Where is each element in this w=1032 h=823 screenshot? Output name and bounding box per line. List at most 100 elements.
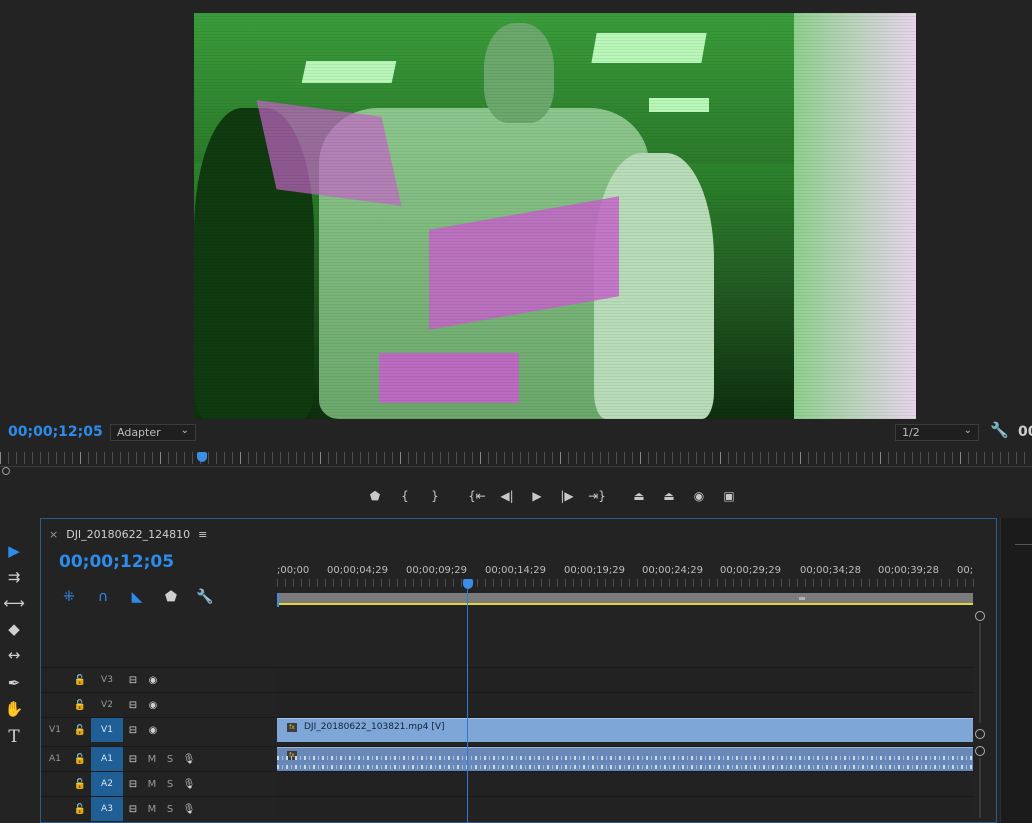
- timeline-tab[interactable]: × DJI_20180622_124810 ≡: [49, 528, 207, 541]
- program-timecode[interactable]: 00;00;12;05: [8, 424, 103, 440]
- track-v2: 🔓 V2 ⊟ ◉: [41, 692, 974, 717]
- sync-lock-icon[interactable]: ⊟: [123, 700, 143, 711]
- timeline-ruler[interactable]: ;00;00 00;00;04;29 00;00;09;29 00;00;14;…: [277, 565, 974, 579]
- mute-button[interactable]: M: [143, 779, 161, 790]
- mark-in-button[interactable]: {: [390, 486, 420, 506]
- eye-icon[interactable]: ◉: [143, 725, 163, 736]
- sync-lock-icon[interactable]: ⊟: [123, 804, 143, 815]
- premiere-pro-window: 00;00;12;05 Adapter ⌄ 1/2 ⌄ 🔧 00 ⬟ { } {…: [0, 0, 1032, 823]
- lock-icon[interactable]: 🔓: [69, 779, 91, 790]
- step-back-button[interactable]: ◀|: [492, 486, 522, 506]
- track-body-v3[interactable]: [277, 668, 974, 692]
- track-a3: 🔓 A3 ⊟ M S 🎙: [41, 796, 974, 821]
- work-area-grip[interactable]: [799, 597, 805, 600]
- sync-lock-icon[interactable]: ⊟: [123, 779, 143, 790]
- track-a2: 🔓 A2 ⊟ M S 🎙: [41, 771, 974, 796]
- slip-tool-icon[interactable]: ↔: [2, 644, 26, 666]
- snap-icon[interactable]: ∩: [93, 589, 113, 605]
- linked-selection-icon[interactable]: ◣: [127, 589, 147, 605]
- export-frame-button[interactable]: ◉: [684, 486, 714, 506]
- track-body-a1[interactable]: fx: [277, 747, 974, 771]
- fit-dropdown[interactable]: Adapter ⌄: [110, 424, 196, 441]
- extract-button[interactable]: ⏏: [654, 486, 684, 506]
- mark-out-button[interactable]: }: [420, 486, 450, 506]
- go-to-out-button[interactable]: ⇥}: [582, 486, 612, 506]
- lock-icon[interactable]: 🔓: [69, 725, 91, 736]
- transport-controls: ⬟ { } {⇤ ◀| ▶ |▶ ⇥} ⏏ ⏏ ◉ ▣: [360, 486, 744, 506]
- ripple-edit-tool-icon[interactable]: ⟷: [2, 592, 26, 614]
- ruler-label: 00;00;14;29: [485, 565, 547, 576]
- timeline-timecode[interactable]: 00;00;12;05: [59, 552, 174, 572]
- track-header-v1: V1 🔓 V1 ⊟ ◉: [41, 718, 277, 742]
- monitor-zoom-handle[interactable]: [2, 467, 10, 475]
- panel-menu-icon[interactable]: ≡: [198, 528, 207, 541]
- timeline-ruler-ticks: [277, 579, 974, 587]
- microphone-icon[interactable]: 🎙: [179, 754, 199, 765]
- timeline-playhead[interactable]: [463, 579, 473, 589]
- microphone-icon[interactable]: 🎙: [179, 779, 199, 790]
- track-body-v2[interactable]: [277, 693, 974, 717]
- type-tool-icon[interactable]: T: [2, 726, 26, 748]
- video-preview[interactable]: [194, 13, 916, 419]
- solo-button[interactable]: S: [161, 804, 179, 815]
- work-area-bar[interactable]: [277, 593, 973, 605]
- track-select-tool-icon[interactable]: ⇉: [2, 566, 26, 588]
- track-v3: 🔓 V3 ⊟ ◉: [41, 667, 974, 692]
- sync-lock-icon[interactable]: ⊟: [123, 675, 143, 686]
- resolution-dropdown[interactable]: 1/2 ⌄: [895, 424, 979, 441]
- add-marker-icon[interactable]: ⬟: [161, 589, 181, 605]
- track-target-v2[interactable]: V2: [91, 693, 123, 717]
- track-target-v3[interactable]: V3: [91, 668, 123, 692]
- monitor-playhead[interactable]: [197, 452, 207, 462]
- play-button[interactable]: ▶: [522, 486, 552, 506]
- hand-tool-icon[interactable]: ✋: [2, 698, 26, 720]
- lock-icon[interactable]: 🔓: [69, 675, 91, 686]
- lift-button[interactable]: ⏏: [624, 486, 654, 506]
- microphone-icon[interactable]: 🎙: [179, 804, 199, 815]
- audio-clip[interactable]: fx: [277, 747, 973, 771]
- timeline-empty-space[interactable]: [277, 609, 974, 667]
- panel-tab-edge: [1015, 544, 1032, 552]
- compare-view-button[interactable]: ▣: [714, 486, 744, 506]
- pen-tool-icon[interactable]: ✒: [2, 672, 26, 694]
- ruler-label: 00;00;29;29: [720, 565, 782, 576]
- source-patch-a1[interactable]: A1: [41, 754, 69, 764]
- add-marker-button[interactable]: ⬟: [360, 486, 390, 506]
- track-target-a2[interactable]: A2: [91, 772, 123, 796]
- solo-button[interactable]: S: [161, 779, 179, 790]
- nest-sequence-icon[interactable]: ⁜: [59, 589, 79, 605]
- track-target-v1[interactable]: V1: [91, 718, 123, 742]
- lock-icon[interactable]: 🔓: [69, 700, 91, 711]
- eye-icon[interactable]: ◉: [143, 700, 163, 711]
- track-body-a3[interactable]: [277, 797, 974, 821]
- lock-icon[interactable]: 🔓: [69, 804, 91, 815]
- source-patch-v1[interactable]: V1: [41, 725, 69, 735]
- track-body-v1[interactable]: fx DJI_20180622_103821.mp4 [V]: [277, 718, 974, 742]
- video-clip[interactable]: fx DJI_20180622_103821.mp4 [V]: [277, 718, 973, 742]
- track-target-a1[interactable]: A1: [91, 747, 123, 771]
- mute-button[interactable]: M: [143, 754, 161, 765]
- video-tracks-scrollbar[interactable]: [975, 611, 987, 823]
- track-target-a3[interactable]: A3: [91, 797, 123, 821]
- scroll-handle[interactable]: [975, 729, 985, 739]
- sync-lock-icon[interactable]: ⊟: [123, 725, 143, 736]
- ruler-label: 00;00;39;28: [878, 565, 940, 576]
- program-monitor: 00;00;12;05 Adapter ⌄ 1/2 ⌄ 🔧 00 ⬟ { } {…: [0, 0, 1032, 512]
- close-icon[interactable]: ×: [49, 528, 58, 541]
- mute-button[interactable]: M: [143, 804, 161, 815]
- eye-icon[interactable]: ◉: [143, 675, 163, 686]
- scroll-handle[interactable]: [975, 746, 985, 756]
- scroll-handle[interactable]: [975, 611, 985, 621]
- audio-waveform: [277, 765, 973, 769]
- wrench-icon[interactable]: 🔧: [195, 589, 215, 605]
- sync-lock-icon[interactable]: ⊟: [123, 754, 143, 765]
- go-to-in-button[interactable]: {⇤: [462, 486, 492, 506]
- monitor-zoom-scrollbar[interactable]: [0, 466, 1032, 474]
- selection-tool-icon[interactable]: ▶: [2, 540, 26, 562]
- solo-button[interactable]: S: [161, 754, 179, 765]
- razor-tool-icon[interactable]: ◆: [2, 618, 26, 640]
- lock-icon[interactable]: 🔓: [69, 754, 91, 765]
- track-body-a2[interactable]: [277, 772, 974, 796]
- step-forward-button[interactable]: |▶: [552, 486, 582, 506]
- wrench-icon[interactable]: 🔧: [990, 421, 1009, 439]
